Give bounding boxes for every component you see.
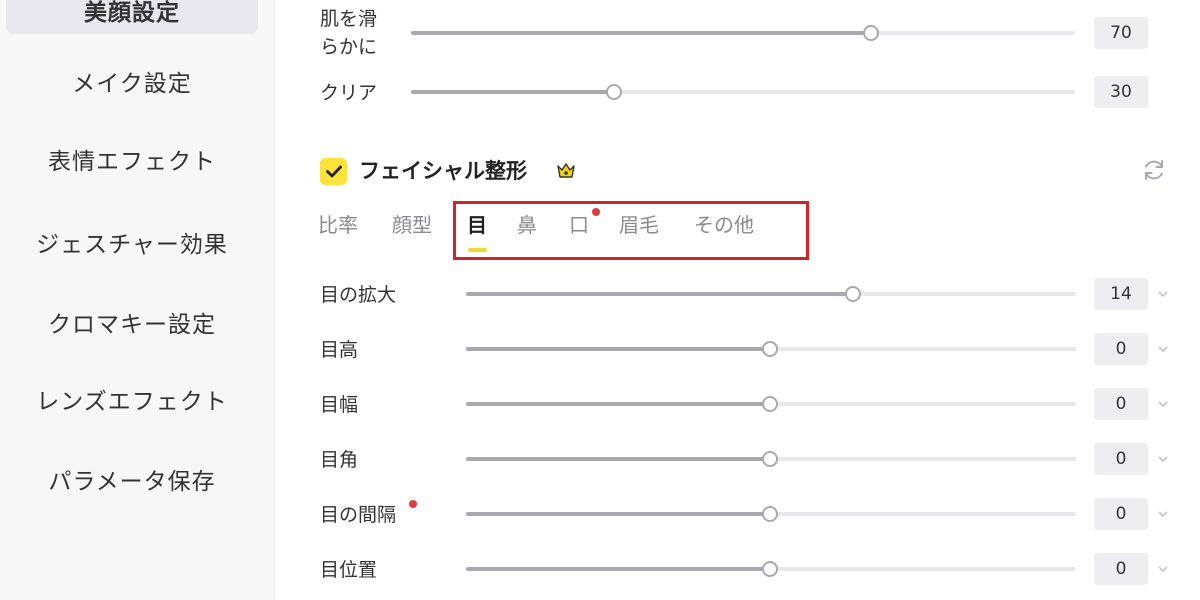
sidebar-item-makeup-settings[interactable]: メイク設定 bbox=[6, 57, 258, 105]
eye-width-slider-fill bbox=[466, 402, 770, 406]
smooth-skin-label-line1: 肌を滑 bbox=[320, 8, 378, 30]
smooth-skin-slider-knob[interactable] bbox=[863, 25, 879, 41]
eye-enlarge-slider-knob[interactable] bbox=[845, 286, 861, 302]
chevron-down-icon[interactable] bbox=[1156, 287, 1170, 301]
eye-corner-slider-knob[interactable] bbox=[762, 451, 778, 467]
chevron-down-icon[interactable] bbox=[1156, 342, 1170, 356]
tab-face-shape[interactable]: 顔型 bbox=[392, 211, 432, 239]
facial-shaping-checkbox[interactable] bbox=[320, 158, 347, 185]
eye-distance-value[interactable]: 0 bbox=[1094, 498, 1148, 530]
smooth-skin-slider[interactable] bbox=[411, 31, 1075, 35]
eye-height-slider-fill bbox=[466, 347, 770, 351]
eye-width-value[interactable]: 0 bbox=[1094, 388, 1148, 420]
eye-width-slider-knob[interactable] bbox=[762, 396, 778, 412]
sidebar-item-lens-effects[interactable]: レンズエフェクト bbox=[6, 375, 258, 423]
eye-corner-slider-fill bbox=[466, 457, 770, 461]
clear-value[interactable]: 30 bbox=[1094, 76, 1148, 108]
chevron-down-icon[interactable] bbox=[1156, 562, 1170, 576]
eye-corner-label: 目角 bbox=[320, 449, 359, 471]
eye-position-slider-knob[interactable] bbox=[762, 561, 778, 577]
eye-position-slider-fill bbox=[466, 567, 770, 571]
eye-enlarge-value[interactable]: 14 bbox=[1094, 278, 1148, 310]
eye-height-label: 目高 bbox=[320, 339, 359, 361]
chevron-down-icon[interactable] bbox=[1156, 397, 1170, 411]
eye-distance-label: 目の間隔 bbox=[320, 504, 397, 526]
eye-height-value[interactable]: 0 bbox=[1094, 333, 1148, 365]
reset-icon[interactable] bbox=[1141, 157, 1167, 183]
chevron-down-icon[interactable] bbox=[1156, 507, 1170, 521]
smooth-skin-slider-fill bbox=[411, 31, 872, 35]
facial-shaping-title: フェイシャル整形 bbox=[359, 159, 527, 183]
new-badge-dot bbox=[409, 500, 417, 508]
clear-slider-knob[interactable] bbox=[606, 84, 622, 100]
check-icon bbox=[325, 165, 342, 178]
eye-enlarge-label: 目の拡大 bbox=[320, 284, 397, 306]
highlight-box bbox=[453, 201, 809, 260]
crown-icon bbox=[557, 163, 575, 178]
clear-slider-fill bbox=[411, 90, 614, 94]
sidebar-item-gesture-effects[interactable]: ジェスチャー効果 bbox=[6, 218, 258, 266]
smooth-skin-value[interactable]: 70 bbox=[1094, 17, 1148, 49]
sidebar-item-beauty-settings[interactable]: 美顔設定 bbox=[6, 0, 258, 34]
smooth-skin-label-line2: らかに bbox=[320, 36, 378, 58]
sidebar: 美顔設定 メイク設定 表情エフェクト ジェスチャー効果 クロマキー設定 レンズエ… bbox=[0, 0, 275, 600]
eye-enlarge-slider-fill bbox=[466, 292, 853, 296]
sidebar-item-parameter-save[interactable]: パラメータ保存 bbox=[6, 455, 258, 503]
chevron-down-icon[interactable] bbox=[1156, 452, 1170, 466]
smooth-skin-label: 肌を滑 らかに bbox=[320, 5, 377, 61]
sidebar-item-chroma-key-settings[interactable]: クロマキー設定 bbox=[6, 298, 258, 346]
eye-distance-slider-knob[interactable] bbox=[762, 506, 778, 522]
eye-position-value[interactable]: 0 bbox=[1094, 553, 1148, 585]
eye-height-slider-knob[interactable] bbox=[762, 341, 778, 357]
clear-label: クリア bbox=[320, 82, 378, 104]
clear-slider[interactable] bbox=[411, 90, 1075, 94]
tab-ratio[interactable]: 比率 bbox=[318, 211, 358, 239]
eye-enlarge-slider[interactable] bbox=[466, 292, 1076, 296]
eye-position-label: 目位置 bbox=[320, 559, 378, 581]
eye-corner-value[interactable]: 0 bbox=[1094, 443, 1148, 475]
eye-distance-slider-fill bbox=[466, 512, 770, 516]
eye-width-label: 目幅 bbox=[320, 394, 359, 416]
sidebar-item-expression-effects[interactable]: 表情エフェクト bbox=[6, 135, 258, 183]
